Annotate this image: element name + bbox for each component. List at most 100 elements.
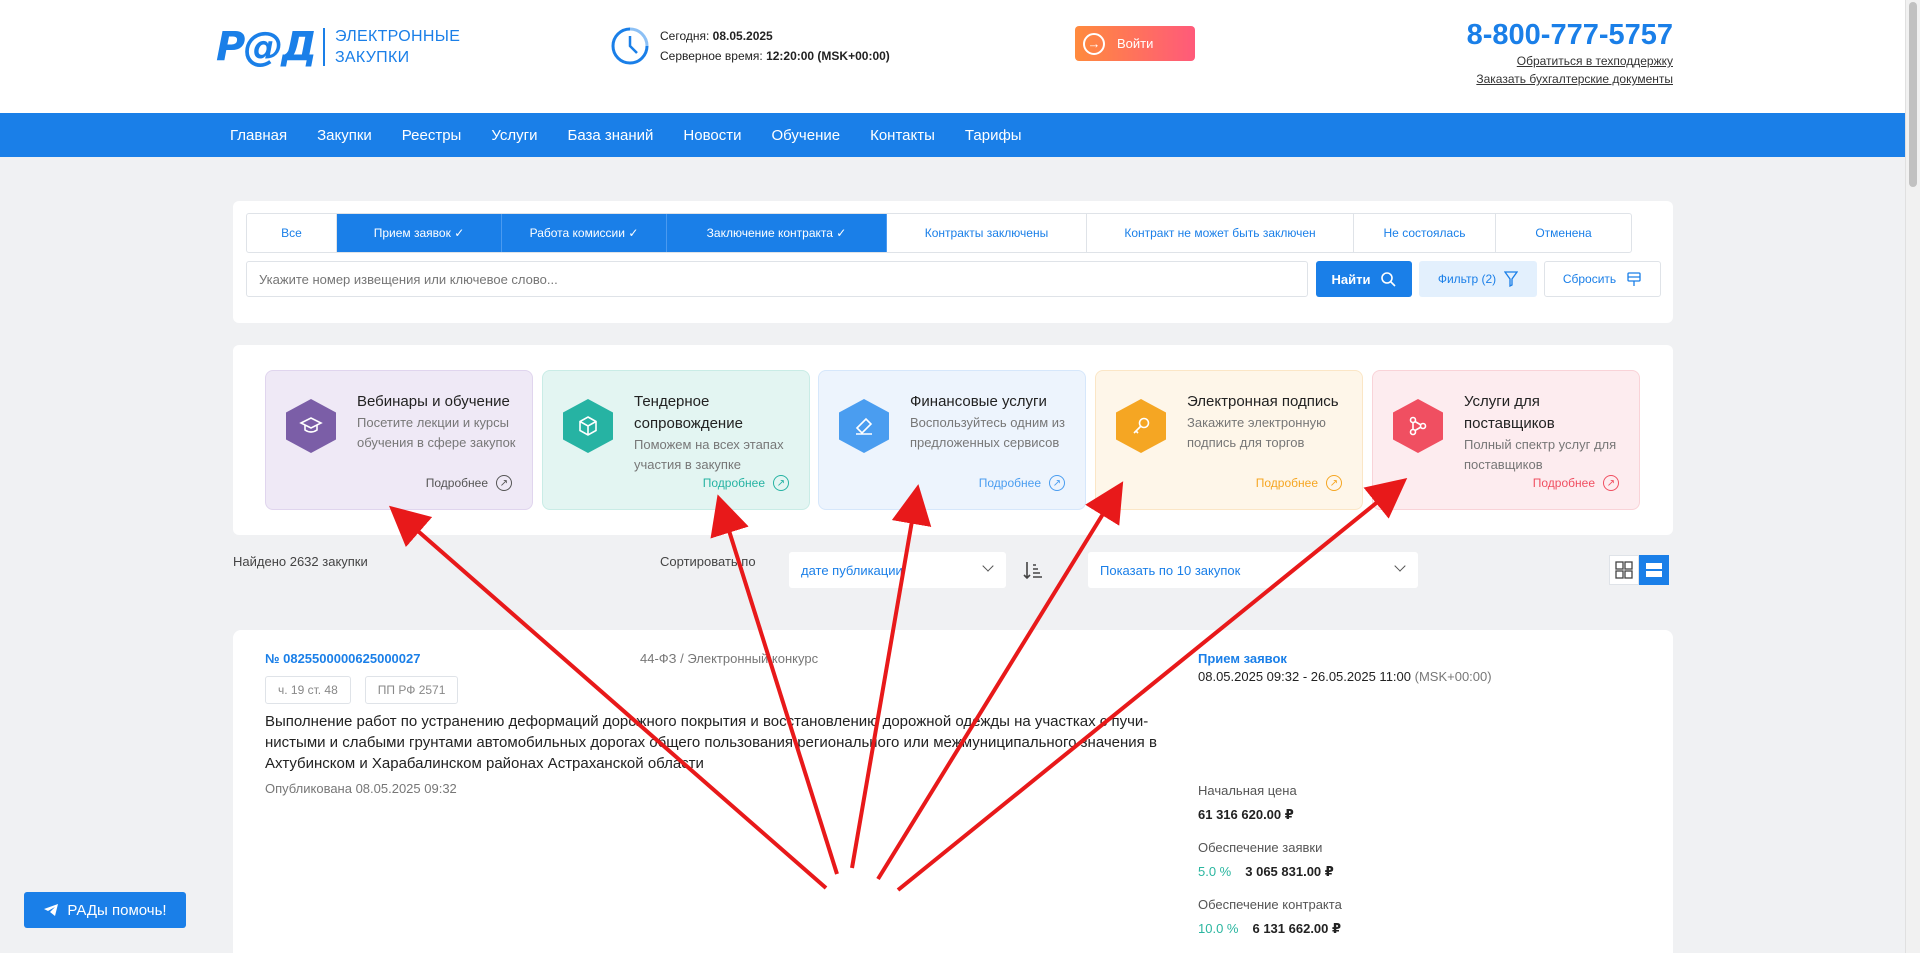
dates-range: 08.05.2025 09:32 - 26.05.2025 11:00: [1198, 669, 1415, 684]
service-card-finance[interactable]: Финансовые услуги Воспользуйтесь одним и…: [818, 370, 1086, 510]
service-title: Вебинары и обучение: [357, 393, 510, 410]
contract-security-value: 10.0 % 6 131 662.00 ₽: [1198, 921, 1341, 937]
tab-label: Прием заявок: [373, 226, 451, 240]
tab-failed[interactable]: Не состоялась: [1354, 214, 1496, 252]
phone-number[interactable]: 8-800-777-5757: [1467, 18, 1673, 52]
contract-security-pct: 10.0 %: [1198, 921, 1239, 936]
list-view-button[interactable]: [1639, 555, 1669, 585]
tab-contract-conclusion[interactable]: Заключение контракта ✓: [667, 214, 887, 252]
help-button[interactable]: РАДы помочь!: [24, 892, 186, 928]
logo-line-2: ЗАКУПКИ: [334, 49, 410, 66]
more-link[interactable]: Подробнее ↗: [426, 475, 512, 491]
service-desc: Посетите лекции и курсы обучения в сфере…: [357, 415, 516, 450]
filter-button[interactable]: Фильтр (2): [1419, 261, 1537, 297]
bid-security-label: Обеспечение заявки: [1198, 840, 1323, 855]
eraser-icon: [1627, 272, 1641, 286]
service-card-webinars[interactable]: Вебинары и обучение Посетите лекции и ку…: [265, 370, 533, 510]
results-count: Найдено 2632 закупки: [233, 554, 368, 569]
tab-accepting-bids[interactable]: Прием заявок ✓: [337, 214, 502, 252]
server-clock: Сегодня: 08.05.2025 Серверное время: 12:…: [610, 26, 890, 66]
arrow-up-right-icon: ↗: [773, 475, 789, 491]
service-title: Услуги для поставщиков: [1464, 393, 1555, 432]
sort-select[interactable]: дате публикации: [789, 552, 1006, 588]
nodes-icon: [1393, 399, 1443, 453]
page-size-select[interactable]: Показать по 10 закупок: [1088, 552, 1418, 588]
nav-item-training[interactable]: Обучение: [772, 127, 841, 144]
arrow-up-right-icon: ↗: [1603, 475, 1619, 491]
more-link[interactable]: Подробнее ↗: [1256, 475, 1342, 491]
tab-label: Работа комиссии: [529, 226, 625, 240]
check-icon: ✓: [628, 226, 639, 240]
arrow-up-right-icon: ↗: [496, 475, 512, 491]
tab-all[interactable]: Все: [247, 214, 337, 252]
arrow-up-right-icon: ↗: [1326, 475, 1342, 491]
purchase-tags: ч. 19 ст. 48 ПП РФ 2571: [265, 676, 459, 704]
price-value: 61 316 620.00 ₽: [1198, 807, 1294, 822]
logo-mark: Р@Д: [216, 24, 317, 70]
tab-cancelled[interactable]: Отменена: [1496, 214, 1631, 252]
grid-icon: [1615, 561, 1633, 579]
contract-security-label: Обеспечение контракта: [1198, 897, 1342, 912]
scrollbar-thumb[interactable]: [1909, 2, 1917, 187]
logo-divider: [322, 28, 325, 66]
help-label: РАДы помочь!: [67, 901, 167, 919]
purchase-status: Прием заявок: [1198, 651, 1287, 666]
purchase-card: № 0825500000625000027 44-ФЗ / Электронны…: [233, 630, 1673, 953]
purchase-dates: 08.05.2025 09:32 - 26.05.2025 11:00 (MSK…: [1198, 669, 1492, 684]
more-link[interactable]: Подробнее ↗: [1533, 475, 1619, 491]
nav-item-purchases[interactable]: Закупки: [317, 127, 372, 144]
more-label: Подробнее: [1255, 476, 1318, 490]
nav-item-tariffs[interactable]: Тарифы: [965, 127, 1022, 144]
check-icon: ✓: [454, 226, 465, 240]
more-link[interactable]: Подробнее ↗: [703, 475, 789, 491]
published-date: Опубликована 08.05.2025 09:32: [265, 781, 457, 796]
purchase-description[interactable]: Выполнение работ по устранению деформаци…: [265, 711, 1185, 774]
tab-label: Контракт не может быть заключен: [1124, 226, 1316, 240]
tab-label: Контракты заключены: [924, 226, 1049, 240]
clock-icon: [611, 27, 649, 65]
key-icon: [1116, 399, 1166, 453]
support-link[interactable]: Обратиться в техподдержку: [1467, 52, 1673, 70]
search-input[interactable]: [246, 261, 1308, 297]
tab-commission-work[interactable]: Работа комиссии ✓: [502, 214, 667, 252]
purchase-number[interactable]: № 0825500000625000027: [265, 651, 420, 666]
dates-tz: (MSK+00:00): [1414, 669, 1492, 684]
logo-text: ЭЛЕКТРОННЫЕ ЗАКУПКИ: [335, 26, 460, 68]
docs-link[interactable]: Заказать бухгалтерские документы: [1467, 70, 1673, 88]
sort-order-icon[interactable]: [1022, 559, 1044, 581]
grid-view-button[interactable]: [1609, 555, 1639, 585]
nav-item-contacts[interactable]: Контакты: [870, 127, 935, 144]
tag: ПП РФ 2571: [364, 676, 459, 704]
nav-item-news[interactable]: Новости: [683, 127, 741, 144]
graduation-cap-icon: [286, 399, 336, 453]
contact-block: 8-800-777-5757 Обратиться в техподдержку…: [1467, 18, 1673, 88]
nav-item-knowledge[interactable]: База знаний: [567, 127, 653, 144]
search-icon: [1381, 272, 1397, 287]
arrow-up-right-icon: ↗: [1049, 475, 1065, 491]
more-link[interactable]: Подробнее ↗: [979, 475, 1065, 491]
sort-value: дате публикации: [801, 562, 903, 578]
nav-item-services[interactable]: Услуги: [491, 127, 537, 144]
logo[interactable]: Р@Д ЭЛЕКТРОННЫЕ ЗАКУПКИ: [216, 24, 460, 70]
service-title: Электронная подпись: [1187, 393, 1339, 410]
service-card-tender[interactable]: Тендерное сопровождение Поможем на всех …: [542, 370, 810, 510]
service-card-signature[interactable]: Электронная подпись Закажите электронную…: [1095, 370, 1363, 510]
nav-item-registries[interactable]: Реестры: [402, 127, 462, 144]
page-scrollbar[interactable]: [1905, 0, 1920, 953]
service-card-suppliers[interactable]: Услуги для поставщиков Полный спектр усл…: [1372, 370, 1640, 510]
service-desc: Воспользуйтесь одним из предложенных сер…: [910, 415, 1065, 450]
server-time-value: 12:20:00 (MSK+00:00): [766, 49, 890, 63]
tab-label: Заключение контракта: [706, 226, 833, 240]
login-button[interactable]: → Войти: [1075, 26, 1195, 61]
reset-button[interactable]: Сбросить: [1544, 261, 1661, 297]
login-arrow-icon: →: [1083, 32, 1105, 55]
cube-icon: [563, 399, 613, 453]
find-label: Найти: [1331, 271, 1371, 287]
find-button[interactable]: Найти: [1316, 261, 1412, 297]
nav-item-home[interactable]: Главная: [230, 127, 287, 144]
today-label: Сегодня:: [660, 29, 713, 43]
tab-contracts-concluded[interactable]: Контракты заключены: [887, 214, 1087, 252]
filter-label: Фильтр (2): [1437, 272, 1497, 286]
document-icon: [839, 399, 889, 453]
tab-contract-impossible[interactable]: Контракт не может быть заключен: [1087, 214, 1354, 252]
